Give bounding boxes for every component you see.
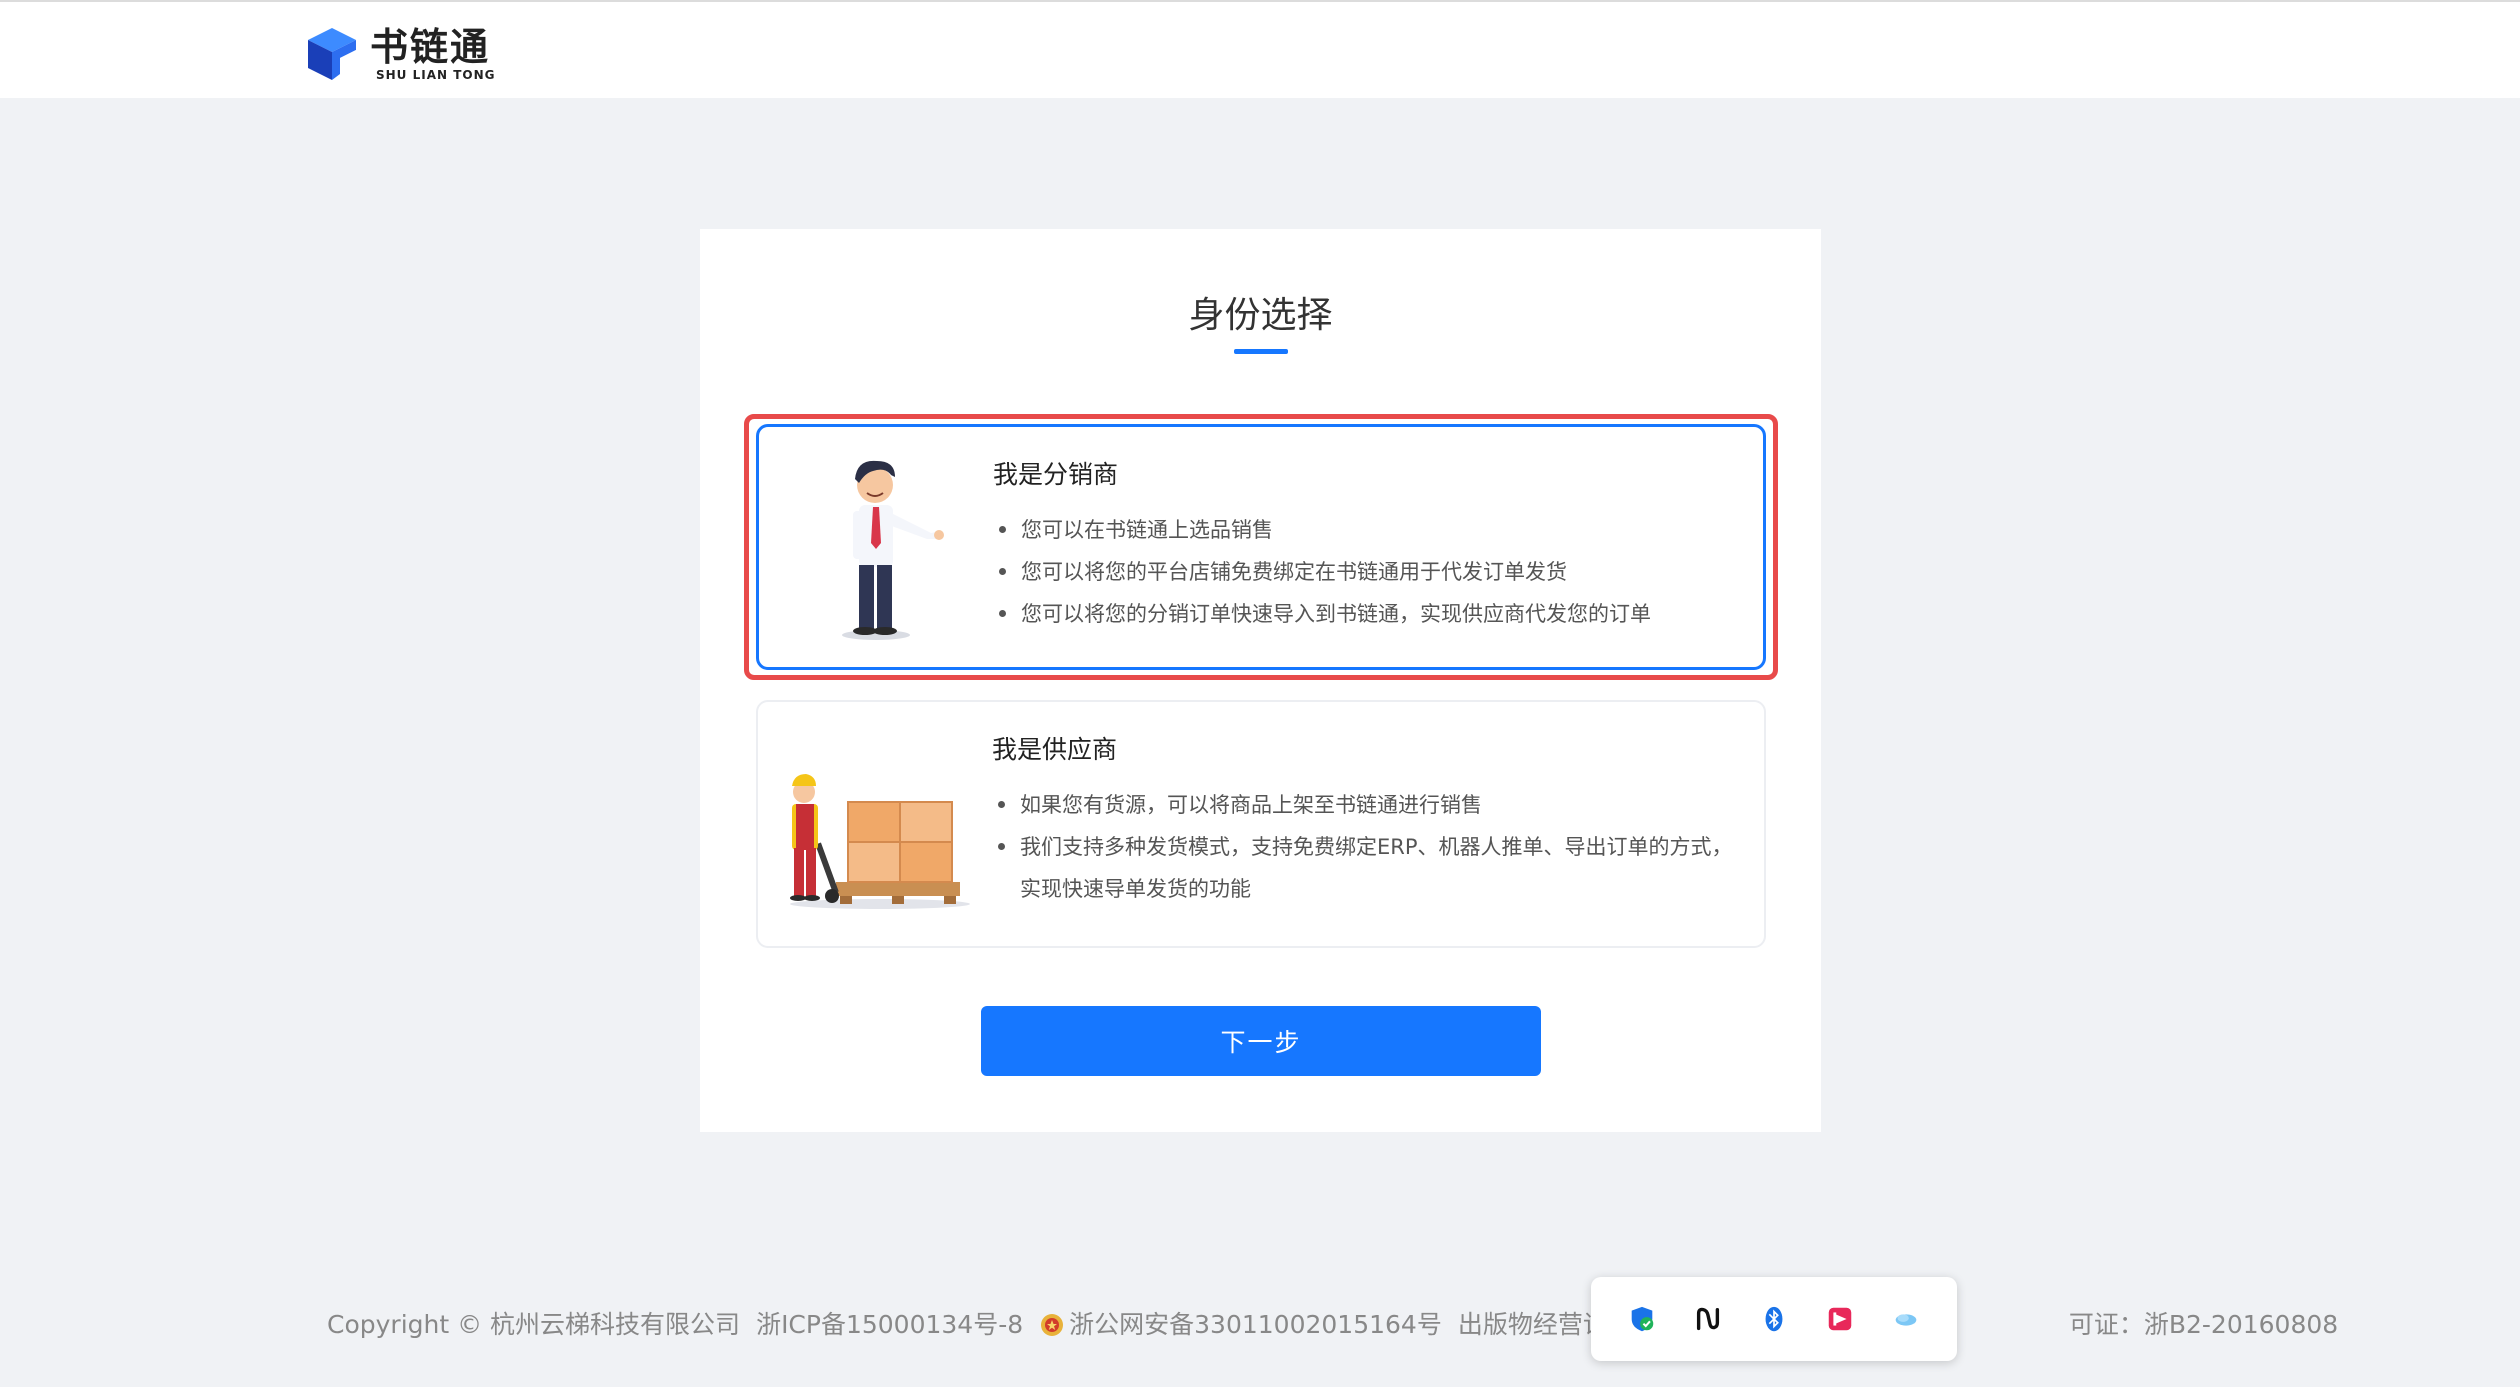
supplier-illustration xyxy=(790,774,970,909)
bluetooth-icon[interactable] xyxy=(1758,1303,1790,1335)
option-point: 我们支持多种发货模式，支持免费绑定ERP、机器人推单、导出订单的方式，实现快速导… xyxy=(992,826,1742,910)
option-point-list: 如果您有货源，可以将商品上架至书链通进行销售 我们支持多种发货模式，支持免费绑定… xyxy=(992,784,1742,910)
option-point-list: 您可以在书链通上选品销售 您可以将您的平台店铺免费绑定在书链通用于代发订单发货 … xyxy=(993,509,1743,635)
copyright-text: Copyright © 杭州云梯科技有限公司 xyxy=(327,1310,741,1339)
option-title: 我是供应商 xyxy=(992,735,1118,764)
option-supplier[interactable]: 我是供应商 如果您有货源，可以将商品上架至书链通进行销售 我们支持多种发货模式，… xyxy=(756,700,1766,948)
police-record-link[interactable]: 浙公网安备33011002015164号 xyxy=(1069,1305,1442,1345)
distributor-illustration xyxy=(842,460,944,640)
icp-license-text: 可证：浙B2-20160808 xyxy=(2068,1310,2339,1339)
icp-link[interactable]: 浙ICP备15000134号-8 xyxy=(756,1305,1023,1345)
security-shield-icon[interactable] xyxy=(1626,1303,1658,1335)
option-distributor[interactable]: 我是分销商 您可以在书链通上选品销售 您可以将您的平台店铺免费绑定在书链通用于代… xyxy=(756,424,1766,670)
option-point: 如果您有货源，可以将商品上架至书链通进行销售 xyxy=(992,784,1742,826)
app-n-icon[interactable] xyxy=(1692,1303,1724,1335)
option-point: 您可以在书链通上选品销售 xyxy=(993,509,1743,551)
identity-selection-card: 身份选择 我是分销商 您可以在书链通上选品销售 您可以将您的平台店铺免费绑定在书… xyxy=(700,229,1821,1132)
footer: Copyright © 杭州云梯科技有限公司 浙ICP备15000134号-8 … xyxy=(327,1305,2338,1345)
logo-name-en: SHU LIAN TONG xyxy=(376,68,496,82)
next-step-button[interactable]: 下一步 xyxy=(981,1006,1541,1076)
logo-name-cn: 书链通 xyxy=(370,25,491,69)
logo[interactable]: 书链通 SHU LIAN TONG xyxy=(298,26,496,84)
option-point: 您可以将您的平台店铺免费绑定在书链通用于代发订单发货 xyxy=(993,551,1743,593)
logo-mark-icon xyxy=(308,28,356,80)
title-underline xyxy=(1234,349,1288,354)
option-title: 我是分销商 xyxy=(993,460,1119,489)
option-point: 您可以将您的分销订单快速导入到书链通，实现供应商代发您的订单 xyxy=(993,593,1743,635)
system-tray-popup xyxy=(1591,1277,1957,1361)
police-badge-icon xyxy=(1041,1314,1064,1336)
top-header: 书链通 SHU LIAN TONG xyxy=(0,0,2520,98)
page-title: 身份选择 xyxy=(1188,295,1333,336)
red-app-icon[interactable] xyxy=(1824,1303,1856,1335)
cloud-icon[interactable] xyxy=(1890,1303,1922,1335)
